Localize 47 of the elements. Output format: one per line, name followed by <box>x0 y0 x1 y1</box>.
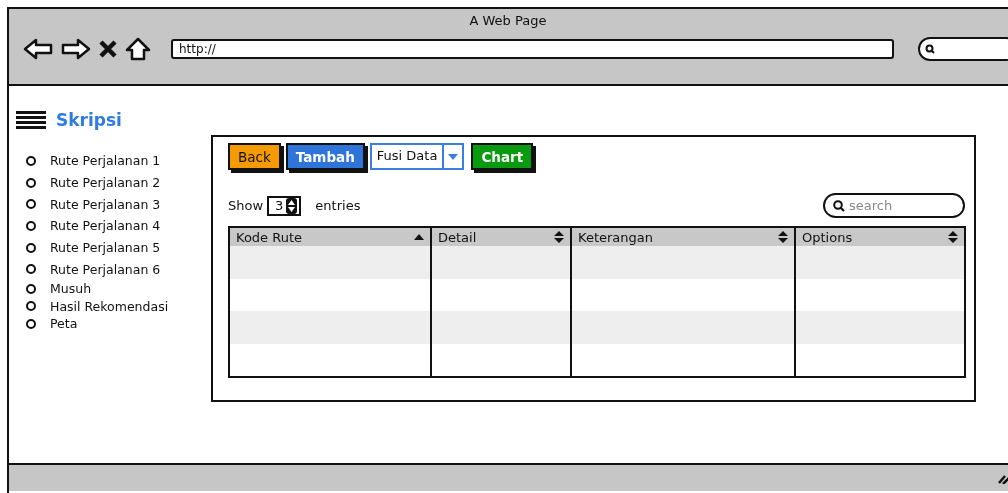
bullet-icon <box>26 155 36 166</box>
sidebar-item[interactable]: Rute Perjalanan 4 <box>50 218 161 234</box>
column-header[interactable]: Detail <box>431 227 571 246</box>
sidebar-item[interactable]: Rute Perjalanan 3 <box>50 196 161 212</box>
bullet-icon <box>26 264 36 275</box>
toolbar-button[interactable]: Back <box>228 143 281 170</box>
sidebar-item[interactable]: Hasil Rekomendasi <box>50 298 169 314</box>
sidebar-item[interactable]: Musuh <box>50 281 92 297</box>
back-icon[interactable] <box>23 38 53 60</box>
sidebar-item[interactable]: Rute Perjalanan 5 <box>50 240 161 256</box>
menu-icon[interactable] <box>16 111 46 129</box>
window-title: A Web Page <box>469 13 547 28</box>
bullet-icon <box>26 177 36 188</box>
bullet-icon <box>26 301 36 312</box>
bullet-icon <box>26 242 36 253</box>
sort-icon <box>948 231 958 243</box>
caret-icon <box>448 153 459 160</box>
label: Show <box>228 198 264 213</box>
sort-up-icon <box>414 234 424 240</box>
sort-icon <box>778 231 788 243</box>
sidebar-title: Skripsi <box>56 110 122 130</box>
home-icon[interactable] <box>125 37 151 61</box>
address-field[interactable]: http:// <box>171 39 894 59</box>
search-field[interactable] <box>918 37 1008 61</box>
toolbar-button[interactable]: Chart <box>471 143 534 170</box>
toolbar-button[interactable]: Tambah <box>285 143 365 170</box>
forward-icon[interactable] <box>61 38 91 60</box>
search-field[interactable]: search <box>823 193 965 218</box>
sidebar-item[interactable]: Rute Perjalanan 6 <box>50 261 161 277</box>
dropdown[interactable]: Fusi Data <box>369 143 465 170</box>
bullet-icon <box>26 318 36 329</box>
sidebar-item[interactable]: Peta <box>50 316 78 332</box>
bullet-icon <box>26 283 36 294</box>
sort-icon <box>554 231 564 243</box>
sidebar-item[interactable]: Rute Perjalanan 1 <box>50 153 161 169</box>
search-icon <box>925 44 935 54</box>
label: entries <box>315 198 361 213</box>
column-header[interactable]: Keterangan <box>571 227 795 246</box>
sidebar-item[interactable]: Rute Perjalanan 2 <box>50 175 161 191</box>
number-stepper[interactable]: 3 <box>267 195 302 216</box>
bullet-icon <box>26 199 36 210</box>
bullet-icon <box>26 220 36 231</box>
search-icon <box>833 199 845 212</box>
column-header[interactable]: Kode Rute <box>229 227 431 246</box>
stepper-arrows-icon[interactable] <box>286 197 298 214</box>
close-icon[interactable] <box>99 40 117 58</box>
column-header[interactable]: Options <box>795 227 965 246</box>
